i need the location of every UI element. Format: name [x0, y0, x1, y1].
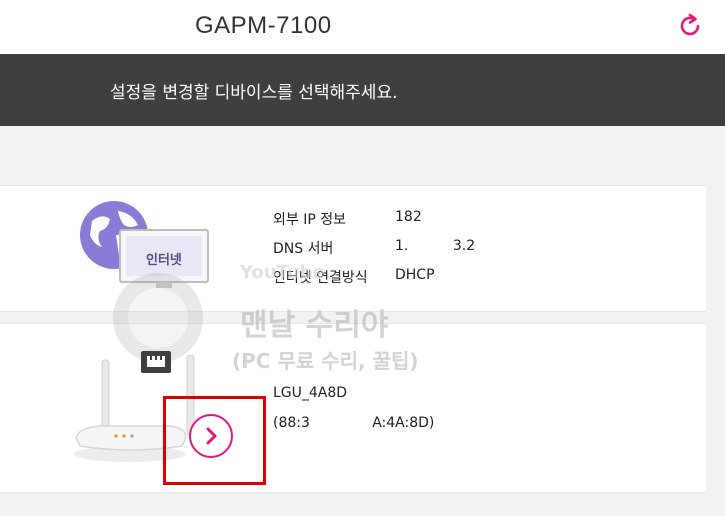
watermark-youtube: YouTube — [240, 262, 325, 283]
instruction-text: 설정을 변경할 디바이스를 선택해주세요. — [110, 83, 398, 103]
dns-server-value: 1. 3.2 — [395, 238, 476, 254]
router-mac-address: (88:3 A:4A:8D) — [273, 415, 435, 431]
instruction-banner: 설정을 변경할 디바이스를 선택해주세요. — [0, 54, 725, 126]
highlight-box — [163, 396, 266, 485]
internet-image-label: 인터넷 — [146, 253, 182, 268]
watermark-subtitle: (PC 무료 수리, 꿀팁) — [232, 349, 419, 373]
watermark-title: 맨날 수리야 — [240, 308, 389, 343]
router-name: LGU_4A8D — [273, 385, 348, 401]
lan-port-icon — [141, 351, 171, 373]
external-ip-label: 외부 IP 정보 — [273, 212, 346, 228]
top-bar: GAPM-7100 — [0, 0, 725, 54]
connection-type-value: DHCP — [395, 267, 435, 283]
external-ip-value: 182 — [395, 209, 422, 225]
dns-server-label: DNS 서버 — [273, 241, 334, 257]
refresh-icon[interactable] — [676, 12, 704, 40]
page-title: GAPM-7100 — [195, 12, 332, 39]
